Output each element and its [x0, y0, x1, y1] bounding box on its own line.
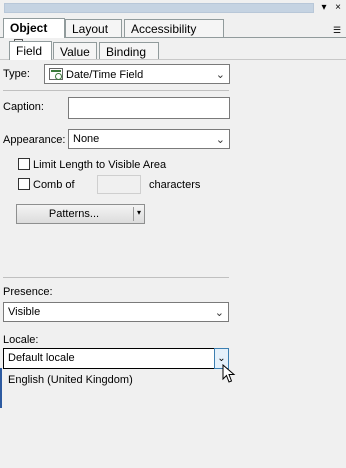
- menu-arrow-icon[interactable]: ▾: [318, 1, 330, 14]
- chevron-down-icon: ⌄: [215, 69, 225, 81]
- patterns-button[interactable]: Patterns... ▾: [16, 204, 145, 224]
- tab-value[interactable]: Value: [53, 42, 97, 59]
- appearance-select[interactable]: None ⌄: [68, 129, 230, 149]
- characters-label: characters: [149, 179, 201, 191]
- locale-select[interactable]: Default locale ⌄: [3, 348, 229, 369]
- chevron-down-icon: ⌄: [214, 307, 224, 319]
- dropdown-arrow-icon[interactable]: ▾: [137, 208, 141, 217]
- titlebar-strip[interactable]: [4, 3, 314, 13]
- main-tab-bar: Objectx Layout Accessibility: [0, 18, 346, 48]
- focus-indicator: [0, 368, 2, 408]
- tab-layout-label: Layout: [72, 22, 109, 36]
- split-divider: [133, 207, 134, 221]
- tab-layout[interactable]: Layout: [65, 19, 122, 37]
- caption-input[interactable]: [68, 97, 230, 119]
- caption-label: Caption:: [3, 101, 44, 113]
- comb-of-input[interactable]: [97, 175, 141, 194]
- tab-accessibility[interactable]: Accessibility: [124, 19, 224, 37]
- tab-field-label: Field: [16, 44, 43, 58]
- type-select[interactable]: Date/Time Field ⌄: [44, 64, 230, 84]
- tab-field[interactable]: Field: [9, 41, 52, 60]
- panel-titlebar: ▾ ×: [0, 0, 346, 16]
- comb-of-checkbox[interactable]: [18, 178, 30, 190]
- presence-select[interactable]: Visible ⌄: [3, 302, 229, 322]
- locale-option-english-uk[interactable]: English (United Kingdom): [3, 370, 229, 390]
- tab-binding[interactable]: Binding: [99, 42, 159, 59]
- type-value: Date/Time Field: [66, 69, 144, 81]
- separator: [3, 90, 229, 91]
- presence-value: Visible: [8, 306, 41, 318]
- comb-of-label: Comb of: [33, 179, 75, 191]
- presence-label: Presence:: [3, 286, 53, 298]
- mouse-cursor-icon: [222, 364, 236, 383]
- tab-object-label: Object: [10, 21, 48, 35]
- appearance-label: Appearance:: [3, 134, 66, 146]
- patterns-label: Patterns...: [48, 208, 100, 220]
- locale-value: Default locale: [8, 352, 75, 364]
- panel-options-icon[interactable]: ☰: [330, 24, 344, 36]
- tab-accessibility-label: Accessibility: [131, 22, 197, 36]
- chevron-down-icon: ⌄: [215, 134, 225, 146]
- tab-value-label: Value: [60, 45, 90, 59]
- separator: [3, 277, 229, 278]
- tab-binding-label: Binding: [106, 45, 147, 59]
- locale-label: Locale:: [3, 334, 39, 346]
- type-label: Type:: [3, 68, 30, 80]
- tab-object[interactable]: Objectx: [3, 18, 65, 48]
- appearance-value: None: [73, 133, 100, 145]
- datetime-field-icon: [49, 68, 63, 80]
- close-icon[interactable]: ×: [332, 1, 344, 14]
- limit-length-label: Limit Length to Visible Area: [33, 159, 167, 171]
- limit-length-checkbox[interactable]: [18, 158, 30, 170]
